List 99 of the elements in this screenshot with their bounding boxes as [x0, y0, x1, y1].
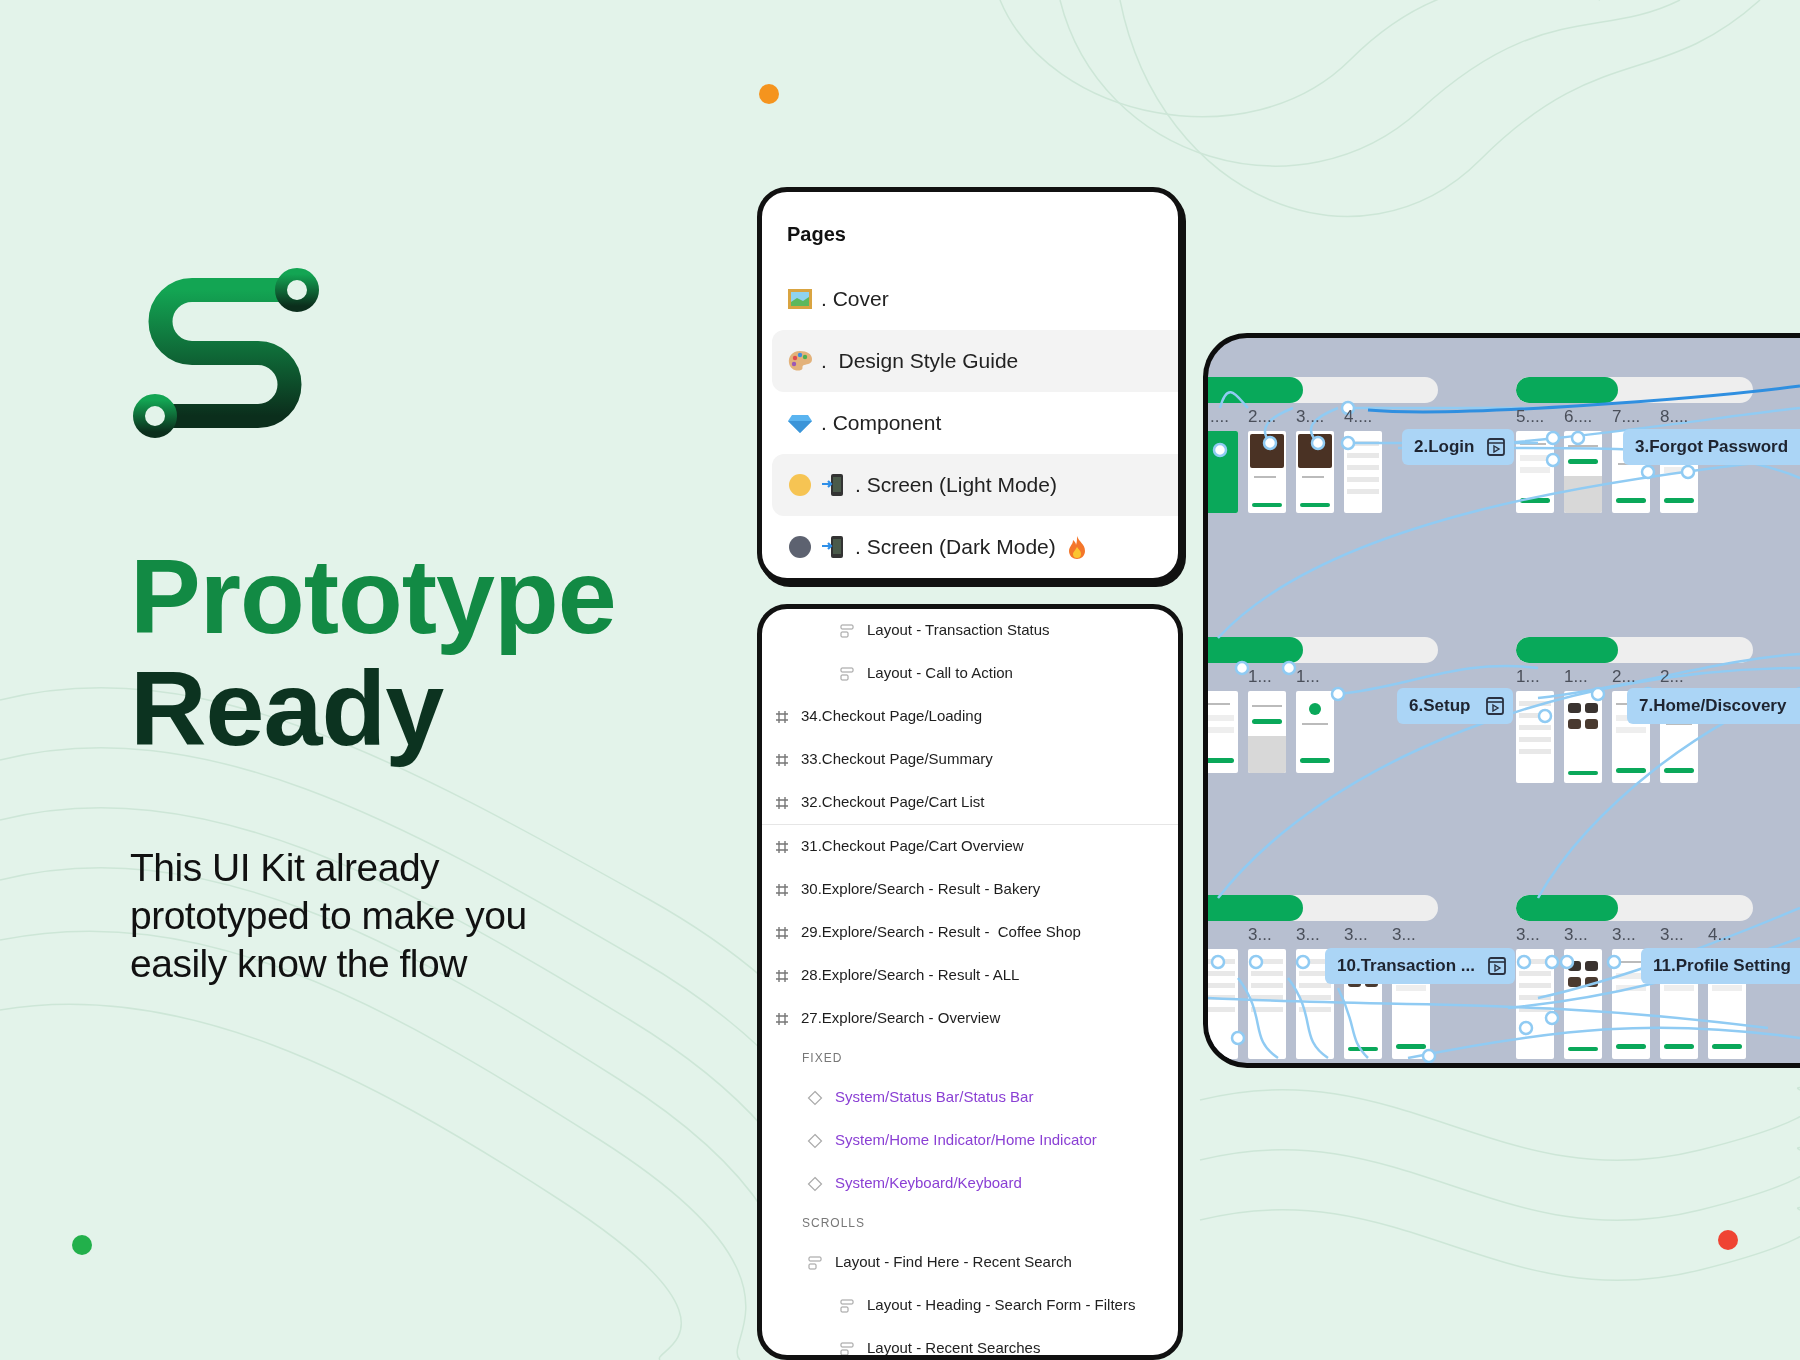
- palette-icon: [787, 348, 813, 374]
- component-icon: [807, 1089, 823, 1106]
- frame-icon: [775, 1011, 789, 1026]
- connector-handle[interactable]: [1518, 1020, 1534, 1036]
- layer-item[interactable]: 33.Checkout Page/Summary: [801, 748, 993, 771]
- layer-item[interactable]: Layout - Find Here - Recent Search: [835, 1251, 1072, 1274]
- frame-icon: [775, 839, 789, 854]
- emoji-icon: [787, 534, 813, 560]
- frame-icon: [775, 795, 789, 810]
- frame-number: 3...: [1660, 925, 1684, 945]
- flow-label[interactable]: 3.Forgot Password: [1623, 429, 1800, 465]
- connector-handle[interactable]: [1310, 435, 1326, 451]
- frame-number: 4....: [1344, 407, 1373, 427]
- frame-number: 3...: [1248, 925, 1272, 945]
- layer-item[interactable]: 30.Explore/Search - Result - Bakery: [801, 878, 1041, 901]
- connector-handle[interactable]: [1295, 954, 1311, 970]
- connector-handle[interactable]: [1680, 464, 1696, 480]
- frame-number: 5....: [1516, 407, 1545, 427]
- connector-handle[interactable]: [1544, 954, 1560, 970]
- flow-label[interactable]: 6.Setup: [1397, 688, 1513, 724]
- page-item[interactable]: . Component: [821, 407, 942, 439]
- frame-number: 1...: [1296, 667, 1320, 687]
- frame-number: 3...: [1564, 925, 1588, 945]
- connector-handle[interactable]: [1234, 660, 1250, 676]
- frame-number: 2...: [1660, 667, 1684, 687]
- frame-icon: [775, 925, 789, 940]
- flow-label[interactable]: 7.Home/Discovery: [1627, 688, 1800, 724]
- frame-icon: [775, 882, 789, 897]
- panel-title: Pages: [787, 222, 846, 247]
- layer-item[interactable]: 27.Explore/Search - Overview: [801, 1007, 1001, 1030]
- layer-item[interactable]: 32.Checkout Page/Cart List: [801, 791, 985, 814]
- framed-picture-icon: [787, 286, 813, 312]
- frame-number: 4...: [1708, 925, 1732, 945]
- layout-icon: [839, 1297, 855, 1314]
- frame-number: 2....: [1248, 407, 1277, 427]
- frame-number: 3...: [1296, 925, 1320, 945]
- layer-item[interactable]: 28.Explore/Search - Result - ALL: [801, 964, 1020, 987]
- connector-handle[interactable]: [1544, 1010, 1560, 1026]
- connector-handle[interactable]: [1210, 954, 1226, 970]
- connector-handle[interactable]: [1516, 954, 1532, 970]
- frame-icon: [775, 968, 789, 983]
- frame-number: 1...: [1248, 667, 1272, 687]
- description-text: This UI Kit already prototyped to make you easily know the flow: [130, 845, 528, 987]
- frame-number: ....: [1210, 407, 1229, 427]
- flow-label[interactable]: 2.Login: [1402, 429, 1515, 465]
- component-icon: [807, 1175, 823, 1192]
- frame-icon: [775, 709, 789, 724]
- section-label: FIXED: [802, 1050, 843, 1067]
- frame-number: 8....: [1660, 407, 1689, 427]
- connector-handle[interactable]: [1559, 954, 1575, 970]
- connector-handle[interactable]: [1340, 435, 1356, 451]
- frame-number: 3...: [1612, 925, 1636, 945]
- layout-icon: [839, 1340, 855, 1355]
- layout-icon: [839, 665, 855, 682]
- connector-handle[interactable]: [1640, 464, 1656, 480]
- page-item[interactable]: . Cover: [821, 283, 889, 315]
- connector-line: [1218, 391, 1249, 409]
- connector-handle[interactable]: [1545, 430, 1561, 446]
- frame-number: 3...: [1516, 925, 1540, 945]
- connector-handle[interactable]: [1537, 708, 1553, 724]
- page-item[interactable]: . Screen (Light Mode): [855, 469, 1057, 501]
- connector-handle[interactable]: [1230, 1030, 1246, 1046]
- layer-item[interactable]: Layout - Heading - Search Form - Filters: [867, 1294, 1136, 1317]
- layer-item[interactable]: 29.Explore/Search - Result - Coffee Shop: [801, 921, 1081, 944]
- frame-number: 3....: [1296, 407, 1325, 427]
- layer-item[interactable]: Layout - Call to Action: [867, 662, 1013, 685]
- connector-handle[interactable]: [1281, 660, 1297, 676]
- frame-number: 1...: [1564, 667, 1588, 687]
- layout-icon: [839, 622, 855, 639]
- layer-item[interactable]: System/Keyboard/Keyboard: [835, 1172, 1022, 1195]
- layer-item[interactable]: 31.Checkout Page/Cart Overview: [801, 835, 1024, 858]
- layer-item[interactable]: System/Home Indicator/Home Indicator: [835, 1129, 1097, 1152]
- frame-number: 6....: [1564, 407, 1593, 427]
- section-label: SCROLLS: [802, 1215, 866, 1232]
- layer-item[interactable]: System/Status Bar/Status Bar: [835, 1086, 1034, 1109]
- frame-number: 3...: [1392, 925, 1416, 945]
- frame-number: 3...: [1344, 925, 1368, 945]
- frame-icon: [775, 752, 789, 767]
- frame-number: 2...: [1612, 667, 1636, 687]
- connector-handle[interactable]: [1248, 954, 1264, 970]
- connector-handle[interactable]: [1570, 430, 1586, 446]
- layer-item[interactable]: 34.Checkout Page/Loading: [801, 705, 982, 728]
- connector-handle[interactable]: [1606, 954, 1622, 970]
- connector-handle[interactable]: [1212, 442, 1228, 458]
- connector-handle[interactable]: [1590, 686, 1606, 702]
- flow-label[interactable]: 10.Transaction ...: [1325, 948, 1515, 984]
- layer-item[interactable]: Layout - Transaction Status: [867, 619, 1050, 642]
- layout-icon: [807, 1254, 823, 1271]
- emoji-icon: [787, 472, 813, 498]
- connector-handle[interactable]: [1421, 1048, 1437, 1063]
- component-icon: [807, 1132, 823, 1149]
- frame-number: 1...: [1516, 667, 1540, 687]
- frame-number: 7....: [1612, 407, 1641, 427]
- flow-label[interactable]: 11.Profile Setting: [1641, 948, 1800, 984]
- connector-handle[interactable]: [1330, 686, 1346, 702]
- connector-handle[interactable]: [1262, 435, 1278, 451]
- connector-handle[interactable]: [1545, 452, 1561, 468]
- page-item[interactable]: . Screen (Dark Mode): [855, 531, 1056, 563]
- page-item[interactable]: . Design Style Guide: [821, 345, 1019, 377]
